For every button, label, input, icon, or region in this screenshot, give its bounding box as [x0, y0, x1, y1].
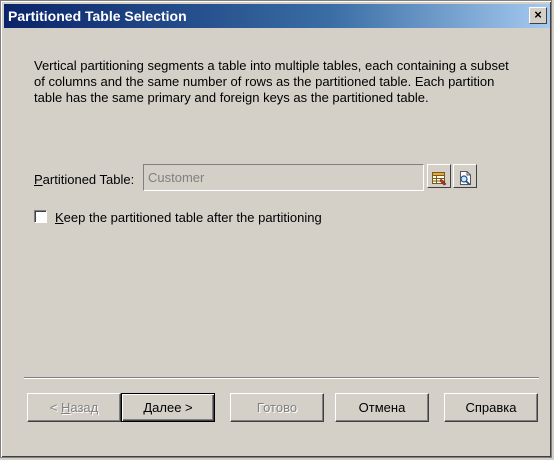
- keep-hotkey: K: [55, 210, 64, 225]
- window-title: Partitioned Table Selection: [8, 8, 187, 24]
- next-text: алее >: [152, 400, 193, 415]
- browse-button[interactable]: [453, 164, 477, 188]
- finish-button[interactable]: Готово: [230, 393, 324, 422]
- button-separator: [24, 377, 539, 379]
- partitioned-table-selection-dialog: Partitioned Table Selection × Vertical p…: [0, 0, 552, 458]
- back-prefix: <: [49, 400, 61, 415]
- keep-table-label[interactable]: Keep the partitioned table after the par…: [55, 210, 322, 225]
- close-button[interactable]: ×: [529, 7, 547, 24]
- back-button[interactable]: < Назад: [27, 393, 121, 422]
- table-properties-icon: [432, 171, 447, 185]
- next-hotkey: Д: [143, 400, 153, 415]
- next-button[interactable]: Далее >: [121, 393, 215, 422]
- cancel-button[interactable]: Отмена: [335, 393, 429, 422]
- help-button[interactable]: Справка: [444, 393, 538, 422]
- keep-table-checkbox[interactable]: [34, 210, 47, 223]
- keep-text: eep the partitioned table after the part…: [63, 210, 322, 225]
- label-text: artitioned Table:: [42, 172, 135, 187]
- table-properties-button[interactable]: [427, 164, 451, 188]
- browse-icon: [460, 170, 471, 185]
- partitioned-table-label: Partitioned Table:: [34, 172, 134, 187]
- title-bar: Partitioned Table Selection ×: [4, 4, 550, 28]
- partitioned-table-field[interactable]: [143, 164, 424, 191]
- description-text: Vertical partitioning segments a table i…: [34, 58, 509, 105]
- label-hotkey: P: [34, 172, 43, 187]
- back-text: азад: [70, 400, 99, 415]
- back-hotkey: Н: [60, 400, 71, 415]
- close-icon: ×: [534, 7, 542, 22]
